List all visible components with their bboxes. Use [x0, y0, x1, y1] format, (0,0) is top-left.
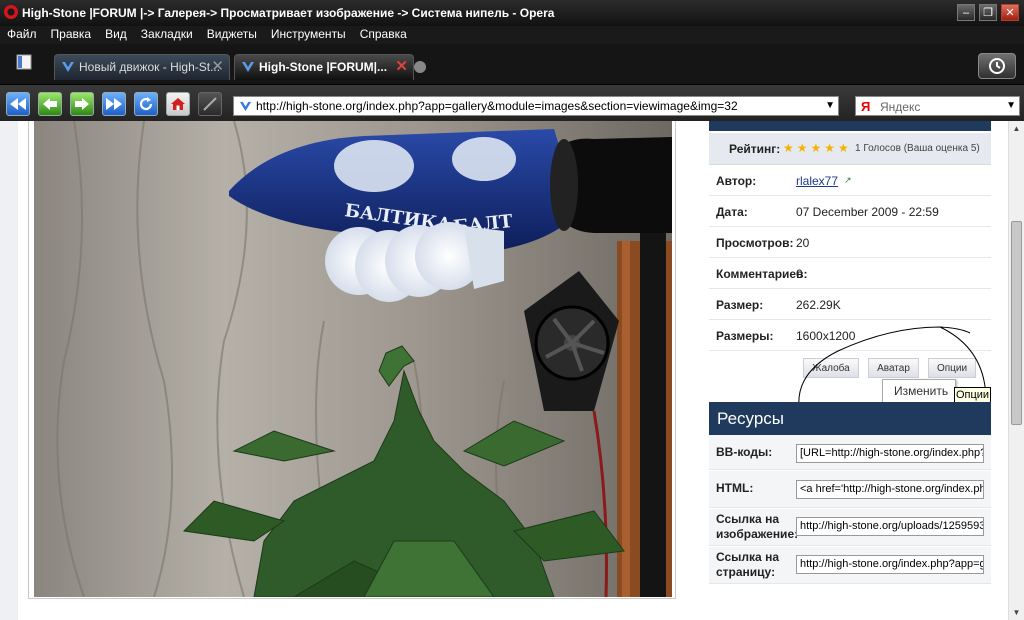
address-bar[interactable]: http://high-stone.org/index.php?app=gall…	[233, 96, 839, 116]
new-tab-button[interactable]	[414, 61, 426, 73]
rating-stars-icon[interactable]: ★★★★★	[783, 141, 852, 155]
menu-help[interactable]: Справка	[353, 26, 414, 43]
menu-file[interactable]: Файл	[0, 26, 44, 43]
close-window-button[interactable]: ✕	[1001, 4, 1019, 21]
image-link-label: Ссылка на изображение:	[716, 512, 799, 541]
resource-row-html: HTML: <a href='http://high-stone.org/ind…	[709, 471, 991, 508]
yandex-logo-icon: Я	[861, 99, 871, 114]
bbcode-label: BB-коды:	[716, 445, 773, 459]
minimize-button[interactable]: –	[957, 4, 975, 21]
menu-edit[interactable]: Правка	[44, 26, 99, 43]
left-margin	[0, 121, 18, 620]
comments-value: 0	[796, 267, 803, 281]
site-favicon-icon	[242, 62, 254, 72]
rating-label: Рейтинг:	[729, 142, 781, 156]
reload-icon	[139, 97, 153, 111]
menu-widgets[interactable]: Виджеты	[200, 26, 264, 43]
info-row-author: Автор: rlalex77 ↗	[709, 166, 991, 196]
menu-view[interactable]: Вид	[98, 26, 134, 43]
resources-header: Ресурсы	[709, 402, 991, 435]
home-button[interactable]	[166, 92, 190, 116]
resource-row-page-link: Ссылка на страницу: http://high-stone.or…	[709, 547, 991, 584]
scrollbar-thumb[interactable]	[1011, 221, 1022, 425]
back-arrow-icon	[43, 98, 57, 110]
panels-icon[interactable]	[16, 54, 32, 70]
close-tab-icon[interactable]: ✕	[211, 55, 224, 79]
undo-close-icon	[989, 58, 1005, 74]
tab-label: Новый движок - High-St...	[79, 60, 221, 74]
close-tab-icon[interactable]: ✕	[395, 55, 408, 79]
navigation-toolbar: http://high-stone.org/index.php?app=gall…	[0, 84, 1024, 121]
page-content: БАЛТИКА БАЛТ Рейтинг: ★★★★★ 1 Голосов (В…	[0, 121, 1008, 620]
author-label: Автор:	[716, 174, 757, 188]
fast-forward-button[interactable]	[102, 92, 126, 116]
resource-row-image-link: Ссылка на изображение: http://high-stone…	[709, 509, 991, 546]
date-value: 07 December 2009 - 22:59	[796, 205, 939, 219]
size-label: Размер:	[716, 298, 764, 312]
page-link-label: Ссылка на страницу:	[716, 550, 779, 579]
dimensions-label: Размеры:	[716, 329, 774, 343]
views-value: 20	[796, 236, 810, 250]
url-history-dropdown-icon[interactable]: ▼	[825, 100, 835, 111]
page-scrollbar[interactable]: ▲ ▼	[1008, 121, 1024, 620]
menu-bar: Файл Правка Вид Закладки Виджеты Инструменты С…	[0, 26, 1024, 44]
tab-bar: Новый движок - High-St... ✕ High-Stone |…	[0, 44, 1024, 84]
tab-new-engine[interactable]: Новый движок - High-St... ✕	[54, 54, 230, 80]
url-text: http://high-stone.org/index.php?app=gall…	[256, 99, 738, 113]
restore-button[interactable]: ❐	[979, 4, 997, 21]
reload-button[interactable]	[134, 92, 158, 116]
image-link-field[interactable]: http://high-stone.org/uploads/1259593	[796, 517, 984, 536]
search-placeholder: Яндекс	[880, 100, 921, 114]
scroll-down-icon[interactable]: ▼	[1009, 605, 1024, 620]
date-label: Дата:	[716, 205, 748, 219]
closed-tabs-trash-button[interactable]	[978, 53, 1016, 79]
author-link[interactable]: rlalex77	[796, 174, 838, 188]
forward-button[interactable]	[70, 92, 94, 116]
bbcode-field[interactable]: [URL=http://high-stone.org/index.php?	[796, 444, 984, 463]
info-row-size: Размер: 262.29K	[709, 290, 991, 320]
html-label: HTML:	[716, 481, 754, 495]
search-bar[interactable]: Я Яндекс ▼	[855, 96, 1020, 116]
tab-label: High-Stone |FORUM|...	[259, 60, 388, 74]
menu-bookmarks[interactable]: Закладки	[134, 26, 200, 43]
search-engine-dropdown-icon[interactable]: ▼	[1006, 100, 1016, 111]
info-row-date: Дата: 07 December 2009 - 22:59	[709, 197, 991, 227]
rating-row: Рейтинг: ★★★★★ 1 Голосов (Ваша оценка 5)	[709, 133, 991, 165]
magic-wand-icon	[203, 97, 217, 111]
forward-arrow-icon	[75, 98, 89, 110]
info-row-comments: Комментариев: 0	[709, 259, 991, 289]
rewind-icon	[10, 98, 26, 110]
options-menu-edit-item[interactable]: Изменить	[882, 379, 956, 404]
size-value: 262.29K	[796, 298, 841, 312]
views-label: Просмотров:	[716, 236, 794, 250]
resource-row-bbcode: BB-коды: [URL=http://high-stone.org/inde…	[709, 435, 991, 470]
menu-tools[interactable]: Инструменты	[264, 26, 353, 43]
window-title: High-Stone |FORUM |-> Галерея-> Просматр…	[22, 6, 555, 20]
site-favicon-icon	[239, 101, 252, 112]
comments-label: Комментариев:	[716, 267, 808, 281]
external-link-icon[interactable]: ↗	[844, 175, 852, 186]
gallery-photo[interactable]: БАЛТИКА БАЛТ	[34, 121, 672, 597]
info-panel-header	[709, 121, 991, 131]
window-titlebar: High-Stone |FORUM |-> Галерея-> Просматр…	[0, 0, 1024, 26]
site-favicon-icon	[62, 62, 74, 72]
rewind-button[interactable]	[6, 92, 30, 116]
html-field[interactable]: <a href='http://high-stone.org/index.ph	[796, 480, 984, 499]
home-icon	[171, 98, 185, 110]
page-link-field[interactable]: http://high-stone.org/index.php?app=g	[796, 555, 984, 574]
wand-button[interactable]	[198, 92, 222, 116]
back-button[interactable]	[38, 92, 62, 116]
scroll-up-icon[interactable]: ▲	[1009, 121, 1024, 136]
opera-logo-icon[interactable]	[4, 5, 18, 19]
rating-text: 1 Голосов (Ваша оценка 5)	[855, 143, 980, 154]
fast-forward-icon	[106, 98, 122, 110]
tab-high-stone-forum[interactable]: High-Stone |FORUM|... ✕	[234, 54, 414, 80]
info-row-views: Просмотров: 20	[709, 228, 991, 258]
options-tooltip: Опции	[954, 387, 991, 403]
